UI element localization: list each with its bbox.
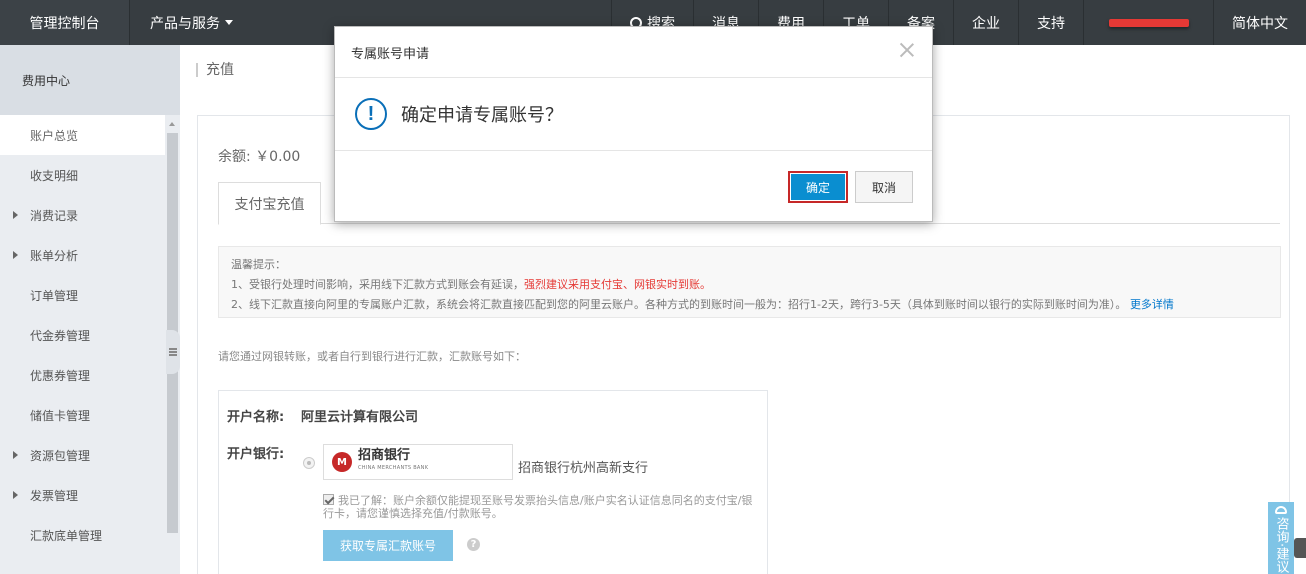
sidebar-collapse-button[interactable]	[166, 330, 180, 374]
console-home-link[interactable]: 管理控制台	[0, 0, 130, 45]
cancel-button[interactable]: 取消	[855, 171, 913, 203]
sidebar-item-bill-analysis[interactable]: 账单分析	[0, 235, 180, 275]
breadcrumb: 充值	[196, 63, 234, 77]
dialog-title: 专属账号申请	[335, 27, 932, 78]
sidebar-item-orders[interactable]: 订单管理	[0, 275, 180, 315]
sidebar-item-label: 账单分析	[30, 248, 79, 263]
user-account-menu[interactable]	[1083, 0, 1213, 45]
sidebar-item-coupons[interactable]: 优惠券管理	[0, 355, 180, 395]
sidebar-item-label: 收支明细	[30, 168, 79, 183]
redacted-username	[1108, 18, 1189, 27]
sidebar-item-stored-value-cards[interactable]: 储值卡管理	[0, 395, 180, 435]
nav-support[interactable]: 支持	[1018, 0, 1083, 45]
sidebar-menu: 账户总览 收支明细 消费记录 账单分析 订单管理 代金券管理 优惠券管理 储值卡…	[0, 115, 180, 555]
headset-icon	[1275, 506, 1287, 514]
sidebar: 费用中心 账户总览 收支明细 消费记录 账单分析 订单管理 代金券管理 优惠券管…	[0, 45, 180, 574]
notice-highlight: 强烈建议采用支付宝、网银实时到账。	[524, 278, 711, 291]
dialog-body: ! 确定申请专属账号？	[335, 78, 932, 151]
instruction-text: 请您通过网银转账，或者自行到银行进行汇款，汇款账号如下：	[218, 350, 526, 363]
exclamation-icon: !	[355, 98, 387, 130]
language-switch[interactable]: 简体中文	[1213, 0, 1306, 45]
more-details-link[interactable]: 更多详情	[1130, 298, 1174, 311]
sidebar-item-resource-packages[interactable]: 资源包管理	[0, 435, 180, 475]
notice-title: 温馨提示：	[231, 258, 286, 271]
notice-line-1-text: 1、受银行处理时间影响，采用线下汇款方式到账会有延误，	[231, 278, 524, 291]
confirm-dialog: 专属账号申请 ! 确定申请专属账号？ 确定 取消	[334, 26, 933, 222]
help-icon[interactable]: ?	[467, 538, 480, 551]
products-menu[interactable]: 产品与服务	[130, 0, 250, 45]
sidebar-title: 费用中心	[0, 45, 180, 115]
scroll-up-icon[interactable]	[169, 122, 175, 126]
sidebar-item-label: 代金券管理	[30, 328, 91, 343]
notice-line-2: 2、线下汇款直接向阿里的专属账户汇款，系统会将汇款直接匹配到您的阿里云账户。各种…	[231, 295, 1268, 315]
close-icon[interactable]	[898, 41, 916, 59]
chevron-right-icon	[13, 451, 18, 459]
balance-display: 余额: ￥0.00	[218, 149, 301, 165]
notice-box: 温馨提示： 1、受银行处理时间影响，采用线下汇款方式到账会有延误，强烈建议采用支…	[218, 246, 1281, 318]
get-dedicated-account-button[interactable]: 获取专属汇款账号	[323, 530, 453, 561]
sidebar-item-label: 资源包管理	[30, 448, 91, 463]
bank-logo: M 招商银行 CHINA MERCHANTS BANK	[323, 444, 513, 480]
sidebar-item-label: 汇款底单管理	[30, 528, 103, 543]
bank-branch: 招商银行杭州高新支行	[518, 461, 649, 476]
dialog-message: 确定申请专属账号？	[401, 105, 563, 126]
bank-logo-en: CHINA MERCHANTS BANK	[358, 465, 429, 471]
notice-line-1: 1、受银行处理时间影响，采用线下汇款方式到账会有延误，强烈建议采用支付宝、网银实…	[231, 275, 1268, 295]
sidebar-item-consumption[interactable]: 消费记录	[0, 195, 180, 235]
products-menu-label: 产品与服务	[150, 15, 220, 32]
notice-line-2-text: 2、线下汇款直接向阿里的专属账户汇款，系统会将汇款直接匹配到您的阿里云账户。各种…	[231, 298, 1127, 311]
agreement-text: 我已了解：账户余额仅能提现至账号发票抬头信息/账户实名认证信息同名的支付宝/银行…	[323, 494, 753, 520]
chevron-down-icon	[225, 20, 233, 25]
cmb-logo-icon: M	[332, 452, 352, 472]
consult-widget[interactable]: 咨询·建议	[1268, 502, 1294, 574]
consult-label: 咨询·建议	[1273, 517, 1289, 574]
nav-enterprise[interactable]: 企业	[953, 0, 1018, 45]
sidebar-item-label: 优惠券管理	[30, 368, 91, 383]
bank-logo-text: 招商银行 CHINA MERCHANTS BANK	[358, 448, 429, 474]
sidebar-item-account-overview[interactable]: 账户总览	[0, 115, 165, 155]
bank-label: 开户银行:	[227, 447, 285, 462]
sidebar-item-transactions[interactable]: 收支明细	[0, 155, 180, 195]
sidebar-item-label: 发票管理	[30, 488, 79, 503]
sidebar-item-label: 消费记录	[30, 208, 79, 223]
sidebar-item-label: 订单管理	[30, 288, 79, 303]
chevron-right-icon	[13, 211, 18, 219]
sidebar-item-label: 账户总览	[30, 128, 79, 143]
bank-logo-cn: 招商银行	[358, 448, 411, 463]
chevron-right-icon	[13, 251, 18, 259]
chevron-right-icon	[13, 491, 18, 499]
agreement-checkbox[interactable]	[323, 494, 334, 505]
account-info-box: 开户名称: 阿里云计算有限公司 开户银行: M 招商银行 CHINA MERCH…	[218, 390, 768, 574]
tab-alipay-recharge[interactable]: 支付宝充值	[218, 182, 321, 225]
sidebar-item-label: 储值卡管理	[30, 408, 91, 423]
sidebar-item-remittance-receipts[interactable]: 汇款底单管理	[0, 515, 180, 555]
bank-radio[interactable]	[303, 457, 315, 469]
dialog-footer: 确定 取消	[335, 151, 932, 221]
agreement-checkbox-row[interactable]: 我已了解：账户余额仅能提现至账号发票抬头信息/账户实名认证信息同名的支付宝/银行…	[323, 494, 753, 520]
sidebar-item-invoices[interactable]: 发票管理	[0, 475, 180, 515]
account-name-value: 阿里云计算有限公司	[301, 410, 419, 425]
feedback-tab[interactable]	[1294, 538, 1306, 558]
menu-icon	[169, 351, 177, 353]
sidebar-item-vouchers[interactable]: 代金券管理	[0, 315, 180, 355]
account-name-label: 开户名称:	[227, 410, 285, 425]
confirm-button[interactable]: 确定	[788, 171, 848, 203]
